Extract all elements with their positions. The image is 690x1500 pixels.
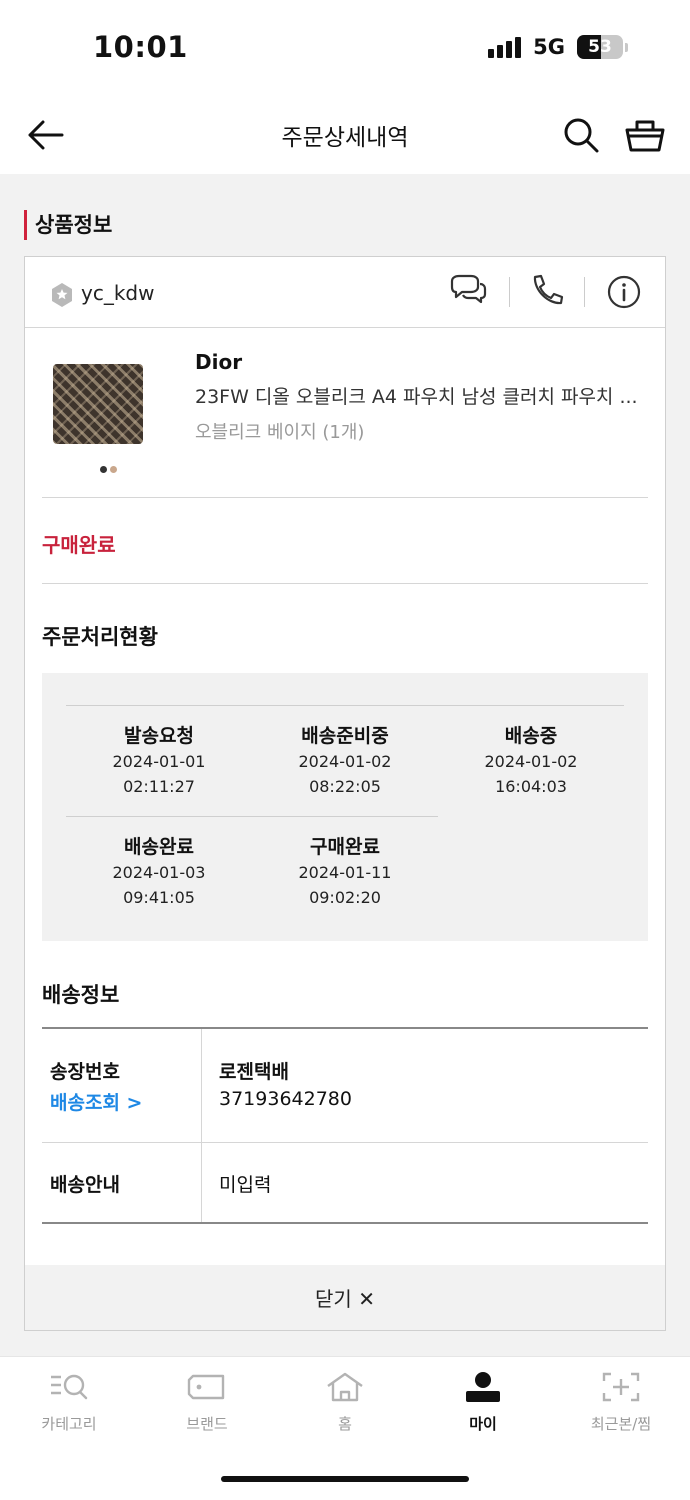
step-label: 구매완료 (310, 836, 380, 858)
product-name[interactable]: 23FW 디올 오블리크 A4 파우치 남성 클러치 파우치 ... (195, 382, 645, 409)
home-indicator[interactable] (221, 1476, 469, 1482)
step-time: 02:11:27 (123, 777, 195, 796)
tab-label: 홈 (338, 1415, 352, 1433)
progress-step: 배송중 2024-01-02 16:04:03 (438, 723, 624, 799)
step-label: 배송준비중 (301, 725, 389, 747)
step-label: 배송중 (504, 725, 558, 747)
tab-recent[interactable]: 최근본/찜 (552, 1371, 690, 1434)
battery-tip (625, 42, 628, 52)
info-button[interactable] (603, 273, 645, 311)
divider (42, 1142, 648, 1143)
divider (42, 583, 648, 584)
status-indicators: 5G 53 (488, 35, 628, 59)
tab-home[interactable]: 홈 (276, 1371, 414, 1434)
progress-step: 배송준비중 2024-01-02 08:22:05 (252, 723, 438, 799)
invoice-number: 37193642780 (219, 1088, 352, 1110)
step-label: 발송요청 (124, 725, 194, 747)
divider (201, 1029, 202, 1222)
section-title: 상품정보 (24, 210, 112, 240)
network-label: 5G (533, 35, 565, 59)
status-time: 10:01 (93, 30, 188, 64)
step-label: 배송완료 (124, 836, 194, 858)
pagination-dot (110, 466, 117, 473)
tab-category[interactable]: 카테고리 (0, 1371, 138, 1434)
search-button[interactable] (562, 116, 600, 154)
notice-label: 배송안내 (50, 1174, 120, 1196)
product-image[interactable] (53, 364, 143, 444)
step-date: 2024-01-11 (298, 863, 392, 882)
step-date: 2024-01-01 (112, 752, 206, 771)
info-icon (607, 275, 641, 309)
order-progress: 발송요청 2024-01-01 02:11:27 배송준비중 2024-01-0… (42, 673, 648, 941)
notice-value: 미입력 (219, 1174, 272, 1196)
divider (42, 497, 648, 498)
courier-name: 로젠택배 (219, 1061, 289, 1083)
product-brand: Dior (195, 350, 243, 374)
tab-label: 마이 (469, 1415, 497, 1433)
signal-icon (488, 36, 522, 58)
battery-percent: 53 (588, 37, 612, 57)
tab-my[interactable]: 마이 (414, 1371, 552, 1434)
step-date: 2024-01-03 (112, 863, 206, 882)
tab-label: 브랜드 (186, 1415, 228, 1433)
close-label: 닫기 ✕ (315, 1287, 375, 1311)
cart-button[interactable] (624, 116, 666, 154)
process-title: 주문처리현황 (42, 625, 158, 649)
progress-step: 배송완료 2024-01-03 09:41:05 (66, 834, 252, 910)
header: 주문상세내역 (0, 96, 690, 174)
search-icon (564, 118, 599, 153)
shipping-title: 배송정보 (42, 983, 120, 1007)
shopping-bag-icon (625, 120, 665, 152)
divider (584, 277, 585, 307)
order-status: 구매완료 (42, 533, 116, 557)
brand-tag-icon (187, 1374, 225, 1400)
battery-icon: 53 (577, 35, 623, 59)
pagination-dot (100, 466, 107, 473)
step-time: 09:02:20 (309, 888, 381, 907)
close-button[interactable]: 닫기 ✕ (25, 1265, 665, 1330)
track-delivery-link[interactable]: 배송조회 > (50, 1088, 142, 1115)
my-profile-icon (466, 1372, 500, 1402)
step-time: 16:04:03 (495, 777, 567, 796)
home-icon (327, 1372, 363, 1402)
step-time: 08:22:05 (309, 777, 381, 796)
progress-step: 구매완료 2024-01-11 09:02:20 (252, 834, 438, 910)
status-bar: 10:01 5G 53 (0, 0, 690, 96)
progress-line (66, 816, 438, 817)
tab-label: 최근본/찜 (590, 1415, 652, 1433)
order-detail-card: yc_kdw Dior 23FW 디올 오블리크 A4 파우치 남성 클러치 파… (24, 256, 666, 1331)
shipping-table: 송장번호 배송조회 > 로젠택배 37193642780 배송안내 미입력 (42, 1027, 648, 1224)
chat-icon (450, 274, 487, 304)
recent-wishlist-icon (602, 1372, 640, 1402)
invoice-label: 송장번호 (50, 1061, 120, 1083)
step-time: 09:41:05 (123, 888, 195, 907)
seller-grade-icon (52, 283, 72, 307)
image-pagination (100, 466, 117, 473)
seller-name[interactable]: yc_kdw (81, 281, 154, 305)
product-option: 오블리크 베이지 (1개) (195, 422, 365, 443)
phone-icon (533, 274, 564, 305)
progress-step: 발송요청 2024-01-01 02:11:27 (66, 723, 252, 799)
chat-button[interactable] (447, 273, 489, 311)
step-date: 2024-01-02 (298, 752, 392, 771)
step-date: 2024-01-02 (484, 752, 578, 771)
tab-brand[interactable]: 브랜드 (138, 1371, 276, 1434)
divider (509, 277, 510, 307)
category-search-icon (51, 1374, 88, 1400)
progress-line (66, 705, 624, 706)
seller-row: yc_kdw (25, 257, 665, 328)
phone-button[interactable] (526, 273, 568, 311)
tab-label: 카테고리 (41, 1415, 97, 1433)
